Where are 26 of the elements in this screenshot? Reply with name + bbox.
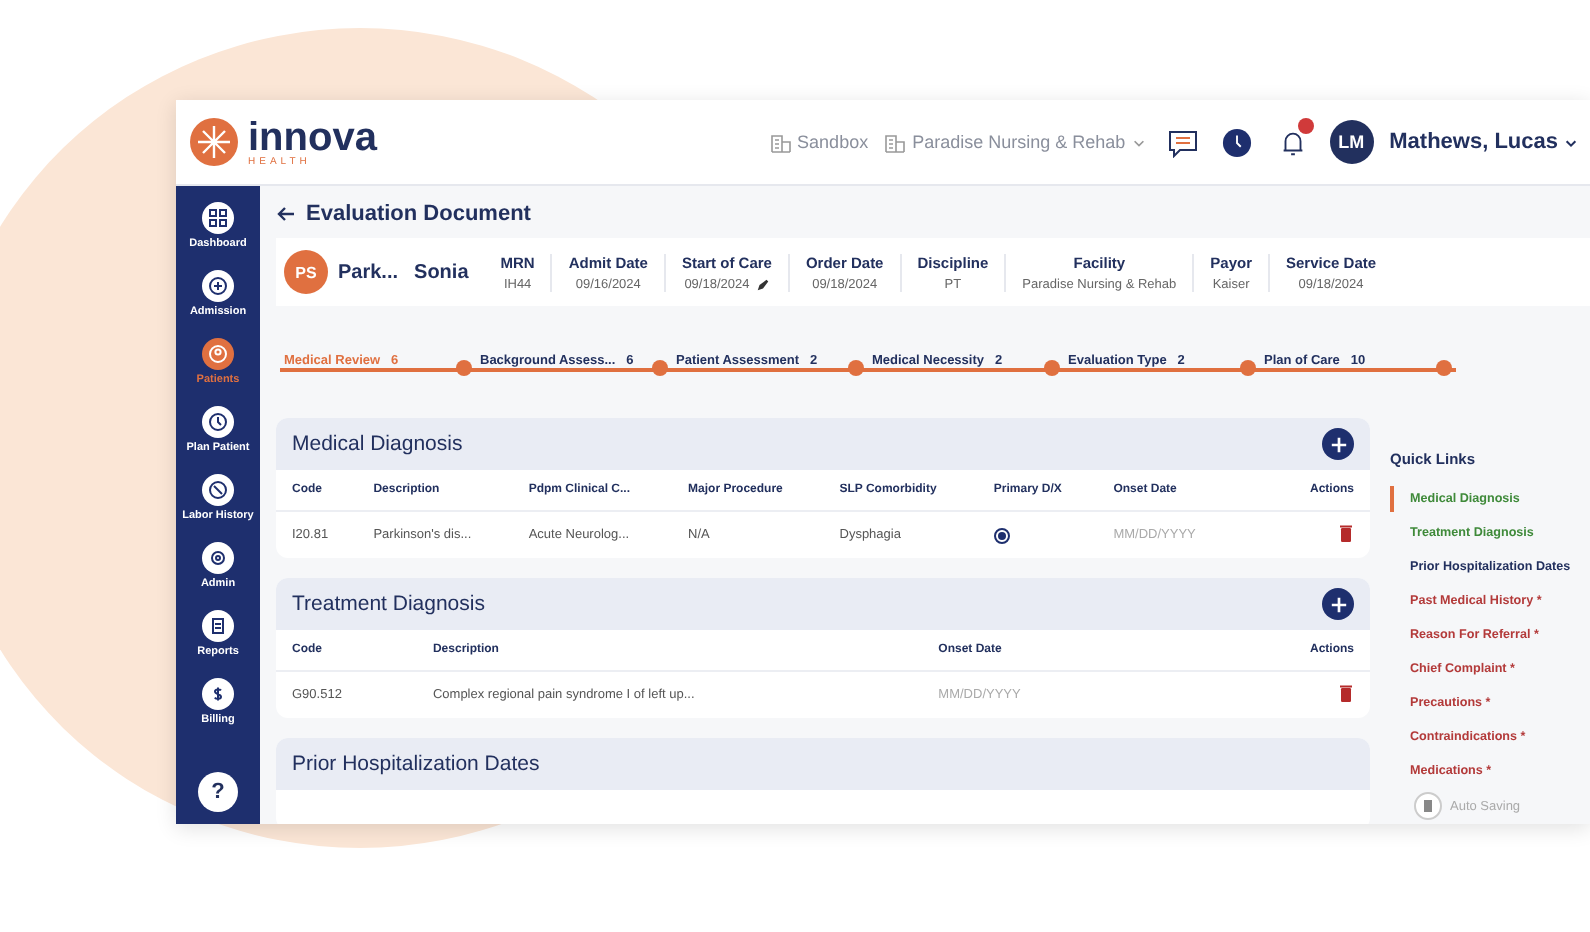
back-arrow-icon[interactable] bbox=[276, 204, 296, 224]
trash-icon[interactable] bbox=[1338, 524, 1354, 542]
user-menu[interactable]: Mathews, Lucas bbox=[1389, 130, 1578, 154]
add-button[interactable] bbox=[1322, 588, 1354, 620]
building-icon bbox=[884, 131, 907, 153]
primary-radio[interactable] bbox=[993, 527, 1010, 543]
caret-icon bbox=[1564, 135, 1578, 149]
pencil-icon[interactable] bbox=[755, 277, 770, 291]
section-title: Treatment Diagnosis bbox=[292, 592, 485, 616]
patient-avatar: PS bbox=[284, 250, 328, 294]
caret-icon bbox=[1131, 135, 1146, 149]
trash-icon[interactable] bbox=[1338, 684, 1354, 702]
building-icon bbox=[769, 131, 792, 153]
section-title: Medical Diagnosis bbox=[292, 432, 463, 456]
user-avatar[interactable]: LM bbox=[1329, 120, 1374, 164]
plus-icon bbox=[1329, 595, 1347, 613]
brand-name: innova bbox=[248, 117, 377, 157]
help-button[interactable]: ? bbox=[198, 772, 238, 812]
logo-icon bbox=[188, 116, 240, 168]
plus-icon bbox=[1329, 435, 1347, 453]
page-title: Evaluation Document bbox=[306, 202, 531, 226]
patient-first-name: Sonia bbox=[414, 261, 469, 283]
add-button[interactable] bbox=[1322, 428, 1354, 460]
sandbox-label: Sandbox bbox=[797, 132, 869, 152]
section-title: Prior Hospitalization Dates bbox=[292, 752, 540, 776]
patient-last-name: Park... bbox=[338, 261, 399, 283]
